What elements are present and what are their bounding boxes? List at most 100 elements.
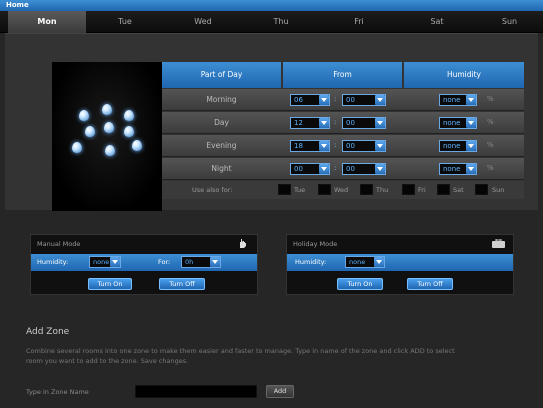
minute-value: 00 [346,165,355,173]
schedule-row-day: Day 12 : 00 none % [162,112,524,134]
humidity-value: none [443,142,461,150]
manual-humidity-label: Humidity: [37,258,69,266]
manual-humidity-value: none [93,258,110,266]
row-label: Evening [206,141,237,150]
manual-mode-title: Manual Mode [37,240,81,248]
row-label: Night [211,164,232,173]
checkbox-label-thu: Thu [376,186,389,194]
hour-value: 00 [294,165,303,173]
header-from: From [283,62,402,88]
manual-turn-on-button[interactable]: Turn On [88,278,132,290]
chevron-down-icon [466,95,476,105]
humidity-select[interactable]: none [439,117,477,129]
checkbox-label-sun: Sun [492,186,505,194]
holiday-humidity-select[interactable]: none [345,256,385,268]
chevron-down-icon [375,164,385,174]
water-drop-icon [124,126,134,137]
chevron-down-icon [375,141,385,151]
checkbox-thu[interactable] [360,184,373,195]
hour-select[interactable]: 12 [290,117,330,129]
minute-value: 00 [346,96,355,104]
percent-unit: % [487,118,494,126]
checkbox-tue[interactable] [278,184,291,195]
checkbox-fri[interactable] [402,184,415,195]
use-also-for-row: Use also for: Tue Wed Thu Fri Sat Sun [162,181,524,199]
add-zone-button[interactable]: Add [266,385,294,398]
holiday-turn-on-button[interactable]: Turn On [337,278,383,290]
row-label: Morning [206,95,237,104]
manual-humidity-select[interactable]: none [89,256,121,268]
checkbox-sun[interactable] [475,184,488,195]
water-drop-icon [85,126,95,137]
add-zone-section: Add Zone Combine several rooms into one … [0,313,543,408]
tab-sat[interactable]: Sat [398,11,476,33]
tab-wed[interactable]: Wed [164,11,242,33]
chevron-down-icon [466,118,476,128]
chevron-down-icon [466,141,476,151]
hour-select[interactable]: 00 [290,163,330,175]
holiday-mode-title: Holiday Mode [293,240,338,248]
add-zone-description: Combine several rooms into one zone to m… [26,347,455,365]
tab-mon[interactable]: Mon [8,11,86,33]
checkbox-label-tue: Tue [294,186,306,194]
humidity-select[interactable]: none [439,140,477,152]
chevron-down-icon [375,95,385,105]
humidity-select[interactable]: none [439,94,477,106]
manual-turn-off-button[interactable]: Turn Off [159,278,205,290]
hour-value: 18 [294,142,303,150]
zone-name-input[interactable] [135,385,257,398]
chevron-down-icon [110,257,120,267]
percent-unit: % [487,141,494,149]
schedule-row-night: Night 00 : 00 none % [162,158,524,180]
window-title: Home [0,0,543,11]
holiday-turn-off-button[interactable]: Turn Off [407,278,453,290]
header-part-of-day: Part of Day [162,62,281,88]
humidity-value: none [443,165,461,173]
manual-for-label: For: [158,258,171,266]
water-drop-icon [79,110,89,121]
minute-select[interactable]: 00 [342,94,386,106]
chevron-down-icon [466,164,476,174]
chevron-down-icon [375,118,385,128]
water-drop-icon [105,145,115,156]
chevron-down-icon [319,118,329,128]
tab-tue[interactable]: Tue [86,11,164,33]
schedule-row-morning: Morning 06 : 00 none % [162,89,524,111]
schedule-row-evening: Evening 18 : 00 none % [162,135,524,157]
header-humidity: Humidity [404,62,524,88]
manual-duration-select[interactable]: 0h [181,256,221,268]
humidity-select[interactable]: none [439,163,477,175]
add-zone-title: Add Zone [26,327,70,337]
checkbox-wed[interactable] [318,184,331,195]
percent-unit: % [487,95,494,103]
manual-mode-panel: Manual Mode Humidity: none For: 0h Turn … [30,234,258,295]
tab-sun[interactable]: Sun [476,11,543,33]
humidity-value: none [443,119,461,127]
checkbox-label-fri: Fri [418,186,426,194]
chevron-down-icon [319,95,329,105]
minute-select[interactable]: 00 [342,163,386,175]
minute-value: 00 [346,119,355,127]
checkbox-sat[interactable] [437,184,450,195]
hand-icon[interactable] [237,238,247,249]
percent-unit: % [487,164,494,172]
hour-select[interactable]: 18 [290,140,330,152]
hour-value: 12 [294,119,303,127]
chevron-down-icon [319,164,329,174]
manual-duration-value: 0h [185,258,194,266]
time-separator: : [334,95,337,103]
hour-select[interactable]: 06 [290,94,330,106]
water-drop-icon [102,104,112,115]
humidity-drops-illustration [52,62,162,211]
suitcase-icon[interactable] [492,239,505,248]
water-drop-icon [72,142,82,153]
tab-thu[interactable]: Thu [242,11,320,33]
humidity-value: none [443,96,461,104]
tab-fri[interactable]: Fri [320,11,398,33]
use-also-label: Use also for: [192,186,233,194]
checkbox-label-sat: Sat [453,186,464,194]
chevron-down-icon [210,257,220,267]
manual-mode-controls: Humidity: none For: 0h [31,254,257,271]
minute-select[interactable]: 00 [342,117,386,129]
minute-select[interactable]: 00 [342,140,386,152]
